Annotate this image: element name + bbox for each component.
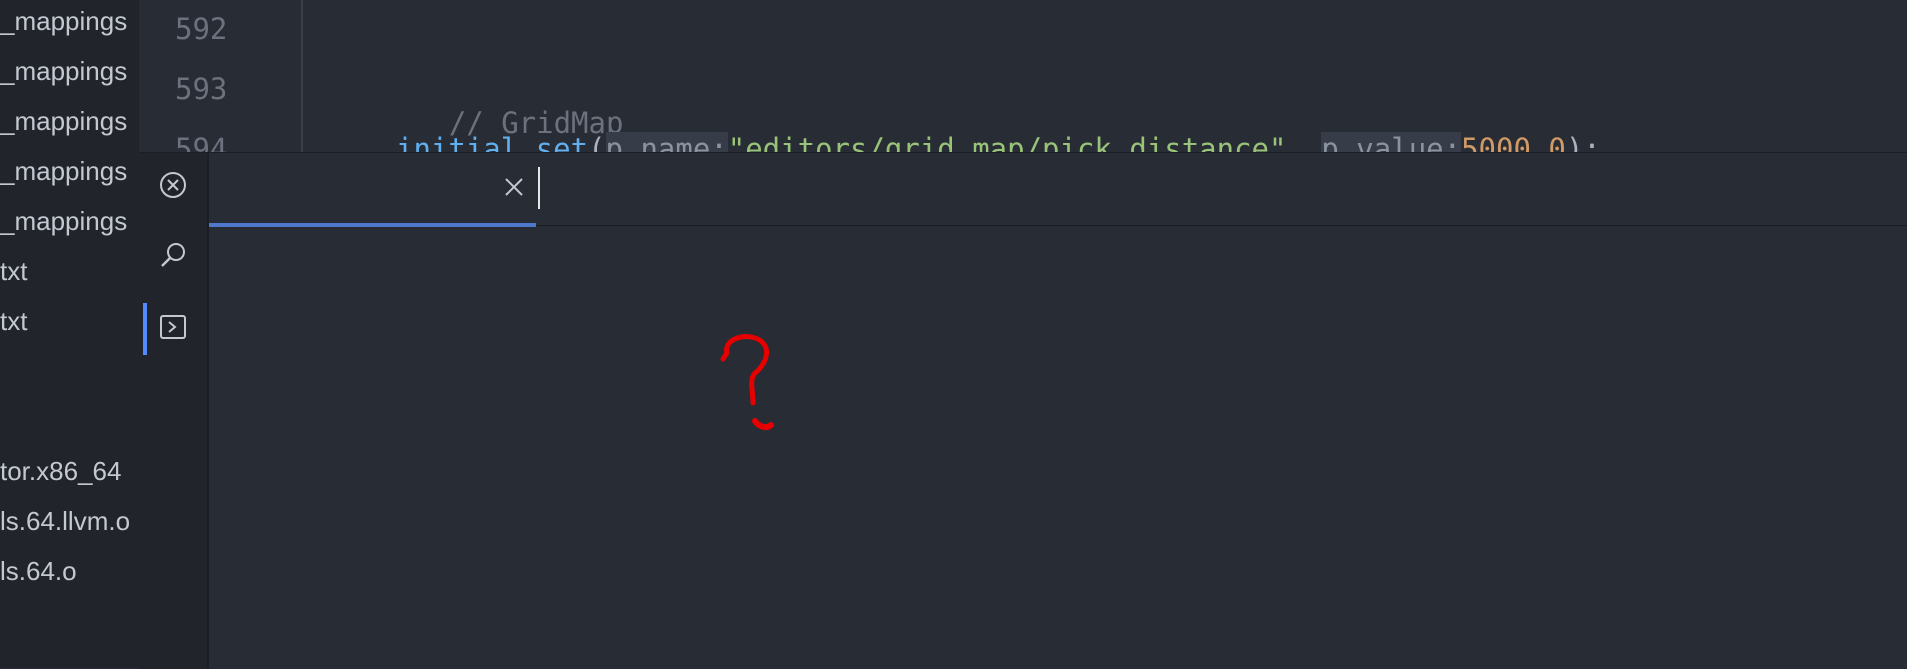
- active-indicator: [143, 303, 147, 355]
- file-tree-item[interactable]: txt: [0, 306, 27, 336]
- code-punctuation: );: [1565, 132, 1601, 152]
- line-number: 593: [175, 72, 228, 106]
- file-tree-item[interactable]: _mappings: [0, 106, 127, 136]
- param-hint: p_value:: [1321, 132, 1462, 152]
- code-function: set: [535, 132, 589, 152]
- search-icon[interactable]: [151, 233, 195, 277]
- close-circle-icon[interactable]: [151, 163, 195, 207]
- file-tree-item[interactable]: ls.64.o: [0, 556, 77, 586]
- file-tree-item[interactable]: ls.64.llvm.o: [0, 506, 130, 536]
- file-tree-item[interactable]: _mappings: [0, 56, 127, 86]
- text-cursor: [538, 167, 540, 209]
- code-function: initial: [396, 132, 519, 152]
- close-icon[interactable]: [498, 171, 530, 203]
- param-hint: p_name:: [605, 132, 728, 152]
- question-mark-annotation: [709, 331, 789, 446]
- line-number: 592: [175, 12, 228, 46]
- terminal-icon[interactable]: [151, 305, 195, 349]
- file-tree-item[interactable]: _mappings: [0, 156, 127, 186]
- panel-side-toolbar: [139, 153, 209, 669]
- line-number: 594: [175, 132, 228, 152]
- bottom-panel: [139, 152, 1907, 669]
- code-editor[interactable]: 592 593 // GridMap 594 initial_set(p_nam…: [139, 0, 1907, 152]
- panel-tab-bar: [209, 153, 1907, 227]
- code-punctuation: ,: [1286, 132, 1322, 152]
- file-tree-item[interactable]: _mappings: [0, 206, 127, 236]
- code-number: 5000.0: [1461, 132, 1566, 152]
- code-punctuation: (: [588, 132, 606, 152]
- file-tree-item[interactable]: txt: [0, 256, 27, 286]
- file-tree-item[interactable]: tor.x86_64: [0, 456, 121, 486]
- file-tree-item[interactable]: _mappings: [0, 6, 127, 36]
- file-tree: _mappings _mappings _mappings _mappings …: [0, 0, 139, 668]
- terminal-tab[interactable]: [209, 153, 536, 227]
- gutter-divider: [301, 0, 303, 152]
- code-line[interactable]: initial_set(p_name:"editors/grid_map/pic…: [396, 132, 1601, 152]
- code-string: "editors/grid_map/pick_distance": [727, 132, 1287, 152]
